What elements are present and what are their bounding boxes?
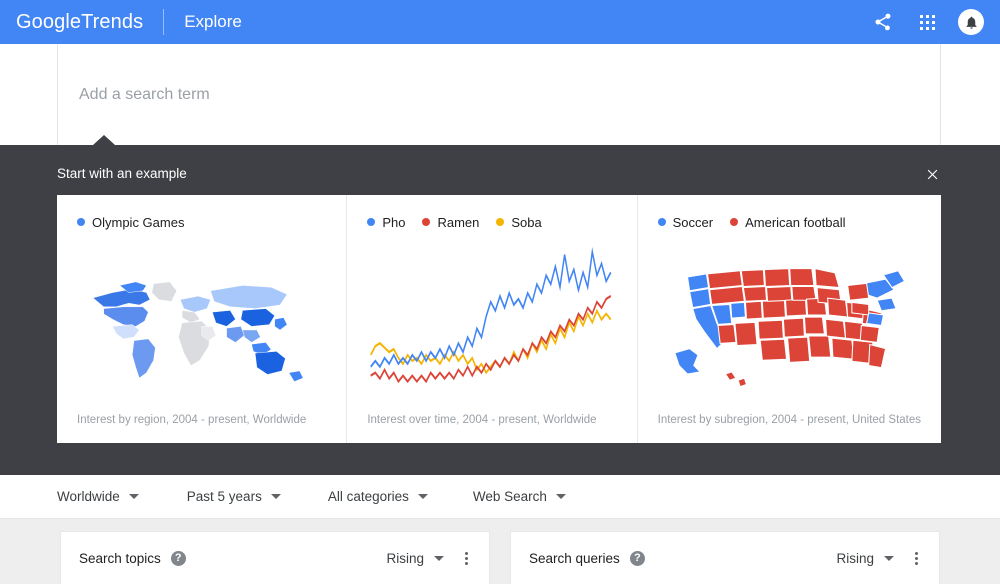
legend-dot-icon bbox=[657, 218, 666, 226]
legend: Soccer American football bbox=[657, 213, 921, 231]
share-icon bbox=[875, 13, 891, 31]
legend-item: Pho bbox=[367, 215, 405, 230]
united-states-choropleth-map bbox=[658, 237, 921, 414]
legend-label: Ramen bbox=[437, 214, 480, 230]
share-button[interactable] bbox=[870, 9, 896, 35]
help-icon[interactable]: ? bbox=[170, 550, 186, 566]
chevron-down-icon bbox=[434, 555, 444, 561]
card-caption: Interest by subregion, 2004 - present, U… bbox=[657, 414, 922, 426]
legend-item: Soba bbox=[496, 214, 542, 230]
legend: Olympic Games bbox=[77, 213, 326, 231]
filter-location-label: Worldwide bbox=[57, 489, 120, 504]
filter-search-type-label: Web Search bbox=[472, 489, 547, 504]
close-icon bbox=[927, 169, 937, 179]
search-input[interactable] bbox=[79, 85, 779, 104]
results-panels: Search topics ? Rising Search queries ? … bbox=[0, 531, 1000, 584]
legend-label: Pho bbox=[382, 214, 406, 230]
chevron-down-icon bbox=[270, 494, 281, 499]
google-trends-logo[interactable]: GoogleTrends bbox=[16, 11, 143, 34]
legend-item: Soccer bbox=[657, 214, 714, 230]
apps-grid-icon bbox=[919, 14, 935, 30]
us-map-svg bbox=[673, 267, 905, 388]
search-topics-title: Search topics bbox=[79, 550, 161, 566]
legend-label: American football bbox=[745, 214, 846, 230]
chevron-down-icon bbox=[884, 555, 894, 561]
search-queries-sort-dropdown[interactable]: Rising bbox=[836, 551, 894, 566]
filter-location[interactable]: Worldwide bbox=[57, 489, 139, 504]
filter-search-type[interactable]: Web Search bbox=[473, 489, 566, 504]
search-queries-panel: Search queries ? Rising bbox=[510, 531, 940, 584]
filter-bar: Worldwide Past 5 years All categories We… bbox=[0, 475, 1000, 519]
legend-label: Olympic Games bbox=[92, 214, 185, 230]
legend-label: Soba bbox=[511, 214, 542, 230]
legend: Pho Ramen Soba bbox=[367, 213, 616, 231]
overlay-caret bbox=[93, 135, 115, 145]
legend-label: Soccer bbox=[672, 214, 714, 230]
chevron-down-icon bbox=[128, 494, 139, 499]
panel-controls: Rising bbox=[836, 549, 923, 568]
google-trends-explore-page: GoogleTrends Explore Add a search term S… bbox=[0, 0, 1000, 584]
world-map-svg bbox=[92, 281, 304, 382]
line-chart-svg bbox=[370, 247, 612, 384]
interest-over-time-chart bbox=[367, 237, 616, 414]
filter-time-range-label: Past 5 years bbox=[186, 489, 262, 504]
chevron-down-icon bbox=[555, 494, 566, 499]
legend-dot-icon bbox=[422, 218, 431, 226]
example-card-olympic-games[interactable]: Olympic Games Interest by region, 2004 -… bbox=[57, 195, 348, 443]
panel-controls: Rising bbox=[386, 549, 473, 568]
search-topics-panel: Search topics ? Rising bbox=[60, 531, 490, 584]
search-section bbox=[0, 44, 1000, 145]
app-header: GoogleTrends Explore bbox=[0, 0, 1000, 44]
legend-dot-icon bbox=[367, 218, 376, 226]
notification-bell-icon bbox=[966, 16, 976, 29]
legend-item: American football bbox=[730, 214, 846, 230]
example-card-pho-ramen-soba[interactable]: Pho Ramen Soba Interest over time, 2004 … bbox=[347, 195, 638, 443]
logo-google-text: Google bbox=[16, 10, 82, 33]
filter-category[interactable]: All categories bbox=[328, 489, 428, 504]
search-queries-menu-button[interactable] bbox=[910, 549, 923, 568]
legend-dot-icon bbox=[496, 218, 505, 226]
legend-item: Olympic Games bbox=[77, 215, 184, 230]
examples-overlay: Start with an example Olympic Games Inte… bbox=[0, 135, 1000, 475]
header-actions bbox=[870, 9, 984, 35]
legend-dot-icon bbox=[730, 218, 739, 226]
example-card-soccer-american-football[interactable]: Soccer American football Interest by sub… bbox=[638, 195, 941, 443]
world-choropleth-map bbox=[77, 237, 326, 414]
legend-dot-icon bbox=[77, 218, 85, 226]
chevron-down-icon bbox=[417, 494, 428, 499]
search-queries-title: Search queries bbox=[529, 550, 620, 566]
card-caption: Interest by region, 2004 - present, Worl… bbox=[77, 414, 307, 426]
search-topics-sort-dropdown[interactable]: Rising bbox=[386, 551, 444, 566]
sort-label: Rising bbox=[386, 550, 424, 566]
account-avatar[interactable] bbox=[958, 9, 984, 35]
search-term-cell bbox=[57, 44, 941, 145]
filter-category-label: All categories bbox=[327, 489, 409, 504]
example-cards: Olympic Games Interest by region, 2004 -… bbox=[57, 195, 941, 443]
overlay-close-button[interactable] bbox=[919, 161, 945, 187]
filter-time-range[interactable]: Past 5 years bbox=[187, 489, 281, 504]
sort-label: Rising bbox=[836, 550, 874, 566]
legend-item: Ramen bbox=[422, 215, 479, 230]
explore-nav-item[interactable]: Explore bbox=[184, 12, 242, 32]
header-divider bbox=[163, 9, 165, 35]
search-topics-menu-button[interactable] bbox=[460, 549, 473, 568]
help-icon[interactable]: ? bbox=[629, 550, 645, 566]
google-apps-button[interactable] bbox=[914, 9, 940, 35]
card-caption: Interest over time, 2004 - present, Worl… bbox=[367, 414, 597, 426]
overlay-title: Start with an example bbox=[57, 166, 187, 181]
logo-trends-text: Trends bbox=[81, 10, 144, 33]
